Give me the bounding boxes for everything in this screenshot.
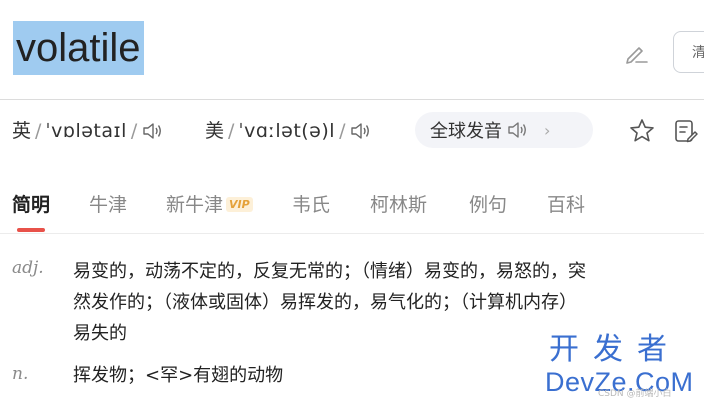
uk-ipa: ˈvɒlətaɪl — [45, 120, 127, 142]
part-of-speech-noun: n. — [12, 364, 29, 384]
uk-pronunciation: 英 / ˈvɒlətaɪl / — [12, 117, 163, 145]
us-speaker-icon[interactable] — [349, 120, 371, 142]
watermark: 开发者 DevZe.CoM CSDN @前端小白 — [545, 332, 704, 400]
header-divider — [0, 99, 704, 100]
definition-adj: 易变的，动荡不定的，反复无常的；（情绪）易变的，易怒的，突 然发作的；（液体或固… — [73, 256, 586, 349]
tab-collins[interactable]: 柯林斯 — [370, 190, 427, 217]
global-pronunciation-button[interactable]: 全球发音 › — [415, 112, 593, 148]
us-ipa: ˈvɑːlət(ə)l — [238, 120, 336, 142]
star-icon[interactable] — [628, 117, 656, 145]
uk-label: 英 — [12, 120, 32, 142]
us-label: 美 — [205, 120, 225, 142]
tab-encyclopedia[interactable]: 百科 — [547, 190, 585, 217]
definition-line: 易失的 — [73, 323, 127, 344]
us-pronunciation: 美 / ˈvɑːlət(ə)l / — [205, 117, 371, 145]
definition-line: 挥发物；<罕>有翅的动物 — [73, 365, 284, 386]
side-action-button[interactable]: 清 — [673, 31, 704, 73]
global-pronunciation-label: 全球发音 — [430, 121, 502, 142]
definition-noun: 挥发物；<罕>有翅的动物 — [73, 360, 283, 391]
tab-new-oxford[interactable]: 新牛津 VIP — [166, 190, 253, 217]
note-icon[interactable] — [673, 117, 699, 145]
definition-line: 易变的，动荡不定的，反复无常的；（情绪）易变的，易怒的，突 — [73, 261, 586, 282]
watermark-credit: CSDN @前端小白 — [598, 389, 672, 399]
part-of-speech-adj: adj. — [12, 258, 44, 278]
watermark-title: 开发者 — [549, 332, 681, 367]
tab-merriam-webster[interactable]: 韦氏 — [292, 190, 330, 217]
chevron-right-icon: › — [544, 120, 551, 140]
word-heading: volatile — [13, 21, 144, 75]
vip-badge: VIP — [226, 197, 253, 212]
definition-line: 然发作的；（液体或固体）易挥发的，易气化的；（计算机内存） — [73, 292, 577, 313]
active-tab-indicator — [17, 228, 45, 232]
global-speaker-icon — [506, 119, 528, 141]
tab-examples[interactable]: 例句 — [469, 190, 507, 217]
edit-pencil-icon[interactable] — [622, 38, 652, 68]
tabs-divider — [0, 233, 704, 234]
tab-concise[interactable]: 简明 — [12, 190, 50, 217]
tab-oxford[interactable]: 牛津 — [89, 190, 127, 217]
uk-speaker-icon[interactable] — [141, 120, 163, 142]
